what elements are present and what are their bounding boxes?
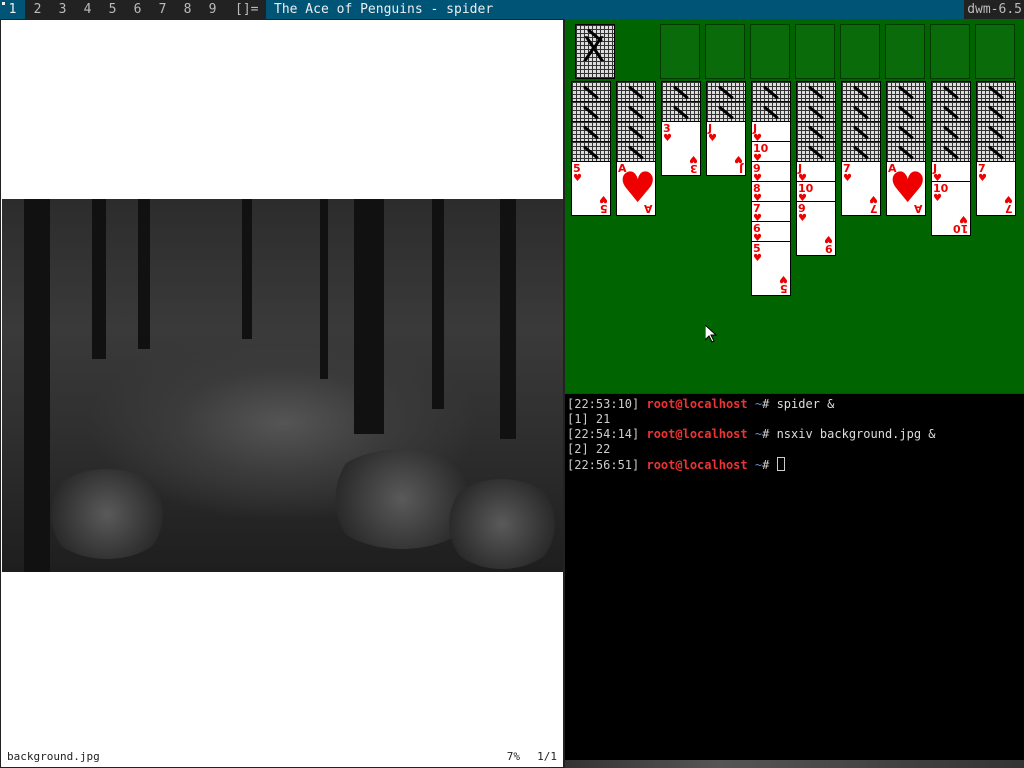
prompt-user: root@localhost: [646, 427, 748, 441]
heart-icon: ♥: [978, 173, 987, 184]
stock-pile[interactable]: X: [575, 24, 615, 79]
heart-icon: ♥: [869, 193, 878, 204]
terminal-bottom-strip: [565, 760, 1024, 768]
tag-4[interactable]: 4: [75, 0, 100, 19]
image-filename: background.jpg: [7, 750, 100, 763]
foundation-slot[interactable]: [840, 24, 880, 79]
tag-2[interactable]: 2: [25, 0, 50, 19]
zoom-level: 7%: [506, 750, 520, 763]
prompt-timestamp: [22:54:14]: [567, 427, 640, 441]
terminal-line: [2] 22: [567, 442, 611, 456]
prompt-user: root@localhost: [646, 458, 748, 472]
card-rank-inverted: 7: [1005, 202, 1013, 215]
heart-icon: ♥: [708, 133, 717, 144]
tag-6[interactable]: 6: [125, 0, 150, 19]
foundation-slot[interactable]: [795, 24, 835, 79]
heart-icon: ♥: [843, 173, 852, 184]
card-rank-inverted: 3: [690, 162, 698, 175]
card-rank-inverted: A: [644, 202, 653, 215]
card-7-hearts[interactable]: 7♥7♥: [976, 161, 1016, 216]
heart-icon: ♥: [959, 213, 968, 224]
terminal-output: [22:53:10] root@localhost ~# spider & [1]…: [567, 397, 1024, 472]
foundation-slot[interactable]: [885, 24, 925, 79]
foundation-slot[interactable]: [660, 24, 700, 79]
prompt-user: root@localhost: [646, 397, 748, 411]
heart-icon: ♥: [933, 193, 942, 204]
heart-icon: ♥: [779, 273, 788, 284]
heart-icon: ♥: [689, 153, 698, 164]
foundation-slot[interactable]: [930, 24, 970, 79]
terminal-line: [22:53:10] root@localhost ~# spider &: [567, 397, 1024, 412]
heart-icon: ♥: [798, 213, 807, 224]
foundation-slot[interactable]: [975, 24, 1015, 79]
terminal-line: [1] 21: [567, 412, 611, 426]
heart-icon: ♥: [824, 233, 833, 244]
terminal-window[interactable]: [22:53:10] root@localhost ~# spider & [1]…: [564, 393, 1024, 768]
card-3-hearts[interactable]: 3 ♥ 3 ♥: [661, 121, 701, 176]
terminal-line: [22:56:51] root@localhost ~#: [567, 457, 1024, 472]
command-text: nsxiv background.jpg &: [769, 427, 936, 441]
heart-icon: ♥: [599, 193, 608, 204]
layout-symbol[interactable]: []=: [235, 0, 258, 19]
foundation-slot[interactable]: [705, 24, 745, 79]
card-rank-inverted: A: [914, 202, 923, 215]
card-rank-inverted: 9: [825, 242, 833, 255]
tag-5[interactable]: 5: [100, 0, 125, 19]
forest-image: [2, 199, 563, 572]
page-indicator: 1/1: [537, 750, 557, 763]
card-7-hearts[interactable]: 7♥7♥: [841, 161, 881, 216]
card-5-hearts[interactable]: 5 ♥ 5 ♥: [751, 241, 791, 296]
heart-icon: ♥: [573, 173, 582, 184]
text-cursor[interactable]: [776, 457, 785, 471]
tag-3[interactable]: 3: [50, 0, 75, 19]
card-A-hearts[interactable]: A ♥ A: [886, 161, 927, 216]
card-J-hearts[interactable]: J♥J♥: [706, 121, 746, 176]
card-9-hearts[interactable]: 9♥9♥: [796, 201, 836, 256]
heart-icon: ♥: [1004, 193, 1013, 204]
foundation-slot[interactable]: [750, 24, 790, 79]
occupied-indicator-icon: [2, 2, 5, 5]
heart-icon: ♥: [734, 153, 743, 164]
status-text: dwm-6.5: [967, 2, 1022, 17]
command-text: [769, 458, 776, 472]
card-rank-inverted: 5: [600, 202, 608, 215]
window-title: The Ace of Penguins - spider: [266, 0, 964, 19]
card-rank-inverted: 7: [870, 202, 878, 215]
status-bar: 123456789 []= The Ace of Penguins - spid…: [0, 0, 1024, 19]
heart-icon: ♥: [753, 253, 762, 264]
tag-9[interactable]: 9: [200, 0, 225, 19]
prompt-timestamp: [22:56:51]: [567, 458, 640, 472]
card-5-hearts[interactable]: 5 ♥ 5 ♥: [571, 161, 611, 216]
tag-8[interactable]: 8: [175, 0, 200, 19]
card-rank-inverted: 10: [952, 222, 968, 235]
terminal-line: [22:54:14] root@localhost ~# nsxiv backg…: [567, 427, 1024, 442]
heart-icon: ♥: [663, 133, 672, 144]
image-viewer-statusbar: background.jpg 7% 1/1: [2, 748, 562, 766]
stock-x-icon: X: [582, 30, 606, 70]
tag-1[interactable]: 1: [0, 0, 25, 19]
image-viewer-window[interactable]: background.jpg 7% 1/1: [0, 19, 564, 768]
card-rank-inverted: J: [738, 162, 743, 175]
card-10-hearts[interactable]: 10♥10♥: [931, 181, 971, 236]
prompt-timestamp: [22:53:10]: [567, 397, 640, 411]
command-text: spider &: [769, 397, 835, 411]
tag-7[interactable]: 7: [150, 0, 175, 19]
card-A-hearts[interactable]: A ♥ A: [616, 161, 657, 216]
spider-solitaire-window[interactable]: X 5♥5♥A♥A3♥3♥J♥J♥J♥J♥10♥10♥9♥9♥8♥8♥7♥7♥6…: [564, 19, 1024, 393]
card-rank-inverted: 5: [780, 282, 788, 295]
